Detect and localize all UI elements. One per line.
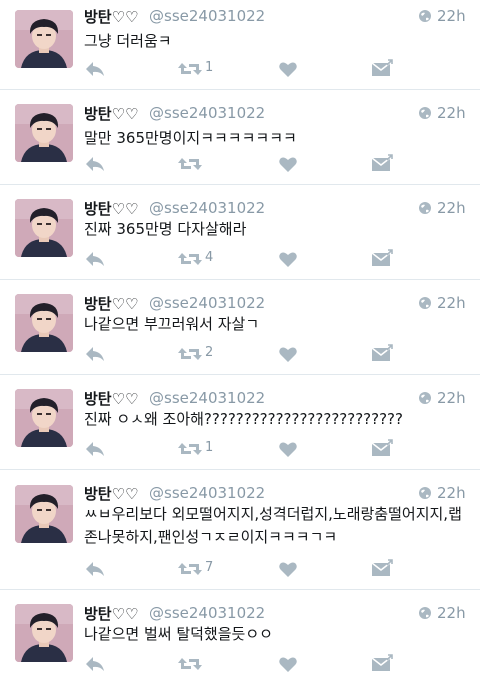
envelope-icon[interactable] [371,249,393,269]
retweet-icon [177,344,203,364]
timestamp[interactable]: 22h [437,104,466,122]
avatar[interactable] [15,389,73,447]
heart-icon[interactable] [277,59,299,79]
user-handle[interactable]: @sse24031022 [149,389,265,407]
user-name[interactable]: 방탄♡♡ [84,603,139,624]
tweet-actions: 2 [84,344,464,366]
retweet-icon [177,59,203,79]
timestamp[interactable]: 22h [437,294,466,312]
retweet-count: 1 [205,60,214,75]
retweet-count: 4 [205,250,214,265]
tweet-text: 진짜 ㅇㅅ왜 조아해????????????????????????? [84,410,403,428]
retweet-icon [177,559,203,579]
timestamp[interactable]: 22h [437,604,466,622]
tweet-item[interactable]: 방탄♡♡ @sse24031022 22h 말만 365만명이지ㅋㅋㅋㅋㅋㅋㅋ [0,90,480,185]
envelope-icon[interactable] [371,344,393,364]
retweet-icon [177,439,203,459]
heart-icon[interactable] [277,439,299,459]
tweet-actions: 1 [84,439,464,461]
user-name[interactable]: 방탄♡♡ [84,483,139,504]
reply-icon[interactable] [84,344,106,364]
retweet-button[interactable]: 4 [177,249,237,269]
reply-icon[interactable] [84,59,106,79]
user-handle[interactable]: @sse24031022 [149,7,265,25]
globe-icon [418,106,432,120]
avatar[interactable] [15,10,73,68]
retweet-button[interactable] [177,154,237,174]
reply-icon[interactable] [84,154,106,174]
envelope-icon[interactable] [371,439,393,459]
user-handle[interactable]: @sse24031022 [149,604,265,622]
retweet-button[interactable]: 7 [177,559,237,579]
user-name[interactable]: 방탄♡♡ [84,6,139,27]
tweet-item[interactable]: 방탄♡♡ @sse24031022 22h 진짜 365만명 다자살해라 4 [0,185,480,280]
heart-icon[interactable] [277,154,299,174]
tweet-text: 진짜 365만명 다자살해라 [84,220,247,238]
globe-icon [418,296,432,310]
retweet-count: 1 [205,440,214,455]
tweet-item[interactable]: 방탄♡♡ @sse24031022 22h 진짜 ㅇㅅ왜 조아해????????… [0,375,480,470]
avatar[interactable] [15,604,73,662]
user-handle[interactable]: @sse24031022 [149,104,265,122]
tweet-text: ㅆㅂ우리보다 외모떨어지지,성격더럽지,노래랑춤떨어지지,랩존나못하지,팬인성ㄱ… [84,505,462,546]
globe-icon [418,606,432,620]
tweet-actions [84,654,464,676]
retweet-count: 2 [205,345,214,360]
retweet-icon [177,654,203,674]
heart-icon[interactable] [277,654,299,674]
heart-icon[interactable] [277,559,299,579]
reply-icon[interactable] [84,439,106,459]
avatar[interactable] [15,485,73,543]
tweet-item[interactable]: 방탄♡♡ @sse24031022 22h 나같으면 벌써 탈덕했을듯ㅇㅇ [0,590,480,676]
tweet-item[interactable]: 방탄♡♡ @sse24031022 22h ㅆㅂ우리보다 외모떨어지지,성격더럽… [0,470,480,590]
timestamp[interactable]: 22h [437,389,466,407]
globe-icon [418,391,432,405]
envelope-icon[interactable] [371,154,393,174]
envelope-icon[interactable] [371,559,393,579]
avatar[interactable] [15,199,73,257]
tweet-actions: 7 [84,559,464,581]
user-handle[interactable]: @sse24031022 [149,199,265,217]
tweet-text: 나같으면 부끄러워서 자살ㄱ [84,315,260,333]
tweet-text: 말만 365만명이지ㅋㅋㅋㅋㅋㅋㅋ [84,129,297,147]
retweet-button[interactable]: 1 [177,59,237,79]
reply-icon[interactable] [84,249,106,269]
user-handle[interactable]: @sse24031022 [149,484,265,502]
tweet-item[interactable]: 방탄♡♡ @sse24031022 22h 그냥 더러움ㅋ 1 [0,0,480,90]
tweet-text: 나같으면 벌써 탈덕했을듯ㅇㅇ [84,625,273,643]
retweet-icon [177,249,203,269]
timestamp[interactable]: 22h [437,199,466,217]
user-name[interactable]: 방탄♡♡ [84,388,139,409]
tweet-actions: 4 [84,249,464,271]
user-handle[interactable]: @sse24031022 [149,294,265,312]
retweet-button[interactable]: 2 [177,344,237,364]
tweet-item[interactable]: 방탄♡♡ @sse24031022 22h 나같으면 부끄러워서 자살ㄱ 2 [0,280,480,375]
globe-icon [418,9,432,23]
user-name[interactable]: 방탄♡♡ [84,198,139,219]
reply-icon[interactable] [84,559,106,579]
avatar[interactable] [15,294,73,352]
globe-icon [418,486,432,500]
timestamp[interactable]: 22h [437,7,466,25]
avatar[interactable] [15,104,73,162]
envelope-icon[interactable] [371,654,393,674]
retweet-button[interactable]: 1 [177,439,237,459]
envelope-icon[interactable] [371,59,393,79]
reply-icon[interactable] [84,654,106,674]
retweet-button[interactable] [177,654,237,674]
heart-icon[interactable] [277,249,299,269]
retweet-count: 7 [205,560,214,575]
tweet-actions: 1 [84,59,464,81]
globe-icon [418,201,432,215]
heart-icon[interactable] [277,344,299,364]
retweet-icon [177,154,203,174]
timestamp[interactable]: 22h [437,484,466,502]
user-name[interactable]: 방탄♡♡ [84,293,139,314]
user-name[interactable]: 방탄♡♡ [84,103,139,124]
tweet-text: 그냥 더러움ㅋ [84,32,172,50]
tweet-feed: 방탄♡♡ @sse24031022 22h 그냥 더러움ㅋ 1 방탄♡♡ @ss… [0,0,480,676]
tweet-actions [84,154,464,176]
